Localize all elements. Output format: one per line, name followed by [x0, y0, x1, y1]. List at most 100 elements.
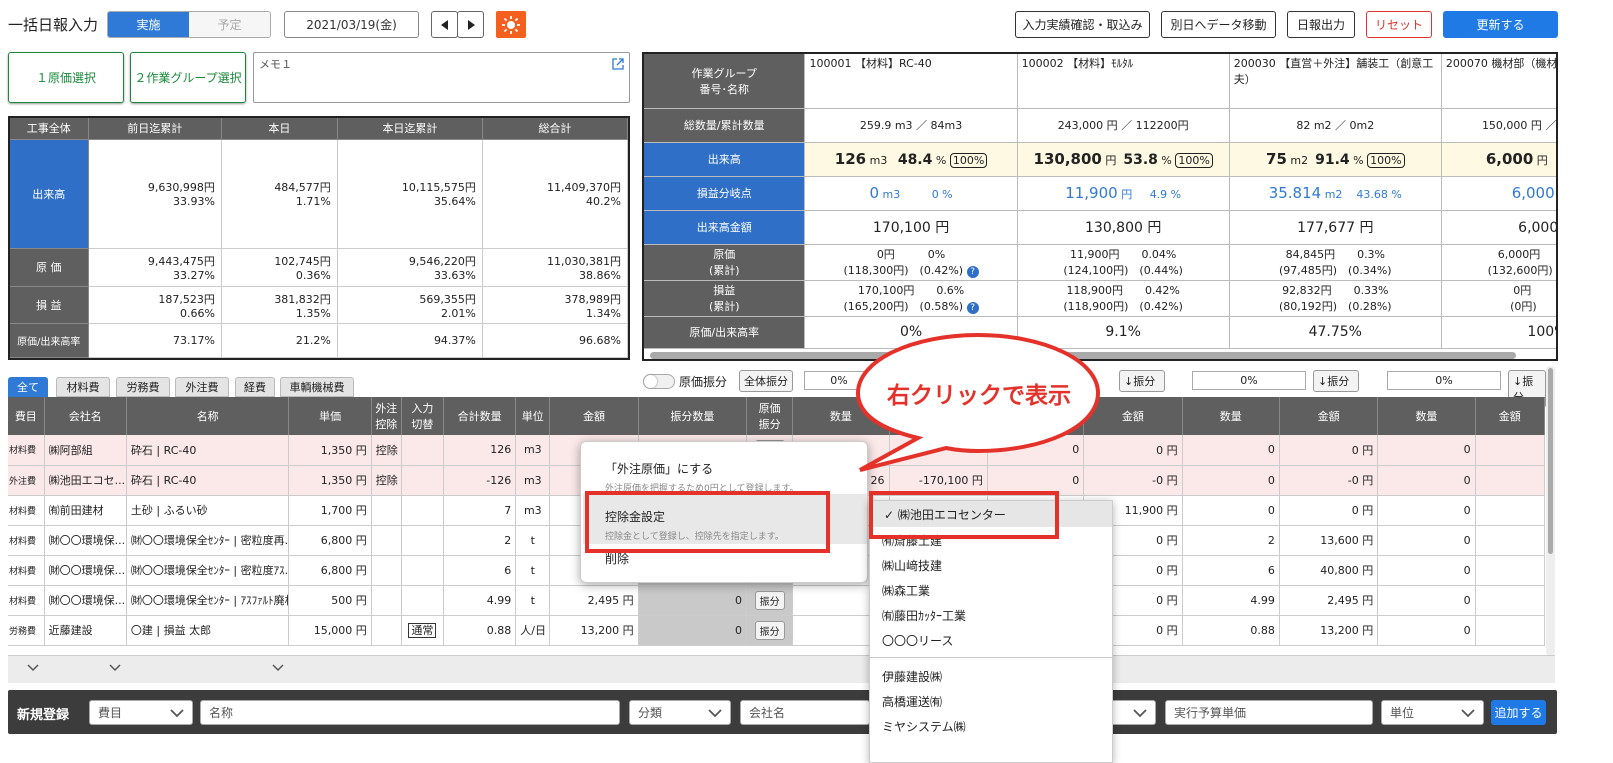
tab-vehicle[interactable]: 車輌機械費	[280, 377, 354, 397]
col-header[interactable]: 名称	[126, 397, 290, 435]
company-input[interactable]: 会社名	[740, 700, 870, 725]
table-cell: 0	[1377, 585, 1476, 616]
split-row-button[interactable]: 振分	[754, 620, 785, 640]
reset-button[interactable]: リセット	[1366, 11, 1432, 38]
mode-actual-button[interactable]: 実施	[108, 12, 189, 37]
chevron-down-icon[interactable]	[272, 663, 284, 673]
group-breakeven: 35.814 m2 43.68 %	[1229, 176, 1442, 211]
summary-header: 工事全体	[10, 118, 89, 140]
help-icon[interactable]: ?	[966, 302, 979, 314]
cell-split-btn[interactable]: 振分	[746, 615, 794, 646]
cell-deduct	[371, 585, 402, 616]
summary-cell: 21.2%	[221, 323, 338, 358]
category-select[interactable]: 費目	[89, 700, 193, 725]
group-select-button[interactable]: ２作業グループ選択	[130, 52, 246, 103]
tab-material[interactable]: 材料費	[56, 377, 110, 397]
table-row[interactable]: 労務費 近藤建設 〇建 | 損益 太郎 15,000 円通常 0.88 人/日 13,200…	[8, 615, 1545, 646]
memo-field[interactable]: メモ１	[253, 52, 630, 103]
cell-switch[interactable]: 通常	[401, 615, 445, 646]
company-option[interactable]: ㈱山﨑技建	[870, 552, 1112, 577]
tab-labor[interactable]: 労務費	[116, 377, 170, 397]
group-name: 200070 機材部（機材部稼働費）	[1441, 54, 1556, 109]
unit-select[interactable]: 単位	[1381, 700, 1484, 725]
cell-switch[interactable]	[401, 465, 445, 496]
chevron-down-icon[interactable]	[27, 663, 39, 673]
cell-split-qty[interactable]: 0	[638, 585, 748, 616]
pct-input[interactable]: 0%	[1192, 371, 1306, 390]
filter-row	[8, 655, 1555, 683]
split-row-button[interactable]: 振分	[754, 590, 785, 610]
budget-price-input[interactable]: 実行予算単価	[1165, 700, 1373, 725]
all-split-button[interactable]: 全体振分	[739, 370, 793, 392]
triangle-right-icon	[467, 19, 475, 30]
cell-type: 労務費	[8, 615, 45, 646]
date-field[interactable]: 2021/03/19(金)	[284, 11, 419, 38]
col-header[interactable]: 費目	[8, 397, 45, 435]
cell-split-qty[interactable]: 0	[638, 615, 748, 646]
split-button[interactable]: ↓振分	[1313, 370, 1359, 392]
company-select-tail[interactable]	[1112, 700, 1156, 725]
cell-switch[interactable]	[401, 555, 445, 586]
cost-select-button[interactable]: １原価選択	[8, 52, 124, 103]
expand-icon[interactable]	[611, 57, 625, 71]
group-done[interactable]: 130,800 円 53.8 % 100%	[1017, 142, 1230, 177]
company-option[interactable]: ミヤシステム㈱	[870, 713, 1112, 738]
cell-split-btn[interactable]: 振分	[746, 585, 794, 616]
split-button[interactable]: ↓振分	[1119, 370, 1165, 392]
table-cell	[1475, 585, 1545, 616]
next-day-button[interactable]	[457, 11, 484, 38]
move-data-button[interactable]: 別日へデータ移動	[1161, 11, 1276, 38]
company-option[interactable]: 高橋運送㈲	[870, 688, 1112, 713]
cell-switch[interactable]	[401, 525, 445, 556]
group-cost: 84,845円 0.3% (97,485円) (0.34%)	[1229, 244, 1442, 281]
group-amount: 130,800 円	[1017, 210, 1230, 245]
group-done[interactable]: 126 m3 48.4 % 100%	[804, 142, 1018, 177]
cost-split-toggle[interactable]	[643, 374, 675, 389]
company-option[interactable]: ㈱森工業	[870, 577, 1112, 602]
company-option[interactable]: ㈲藤田ｶｯﾀｰ工業	[870, 602, 1112, 627]
class-select[interactable]: 分類	[629, 700, 731, 725]
cell-switch[interactable]	[401, 585, 445, 616]
print-report-button[interactable]: 日報出力	[1287, 11, 1355, 38]
group-amount: 177,677 円	[1229, 210, 1442, 245]
col-header[interactable]: 会社名	[44, 397, 127, 435]
tab-outsource[interactable]: 外注費	[175, 377, 229, 397]
update-button[interactable]: 更新する	[1443, 11, 1558, 38]
tab-all[interactable]: 全て	[8, 377, 48, 397]
group-profit: 170,100円 0.6% (165,200円) (0.58%) ?	[804, 280, 1018, 317]
table-row[interactable]: 材料費 ㈶〇〇環境保... ㈶〇〇環境保全ｾﾝﾀｰ | ｱｽﾌｧﾙﾄ廃材 500 円 4…	[8, 585, 1545, 616]
menu-item-outsource-cost[interactable]: 「外注原価」にする 外注原価を把握するため0円として登録します。	[605, 460, 799, 491]
pct-input[interactable]: 0%	[1387, 371, 1501, 390]
group-done[interactable]: 75 m2 91.4 % 100%	[1229, 142, 1442, 177]
summary-table: 工事全体 前日迄累計 本日 本日迄累計 総合計 出来高 9,630,998円 33…	[8, 116, 630, 360]
tab-expense[interactable]: 経費	[235, 377, 275, 397]
confirm-import-button[interactable]: 入力実績確認・取込み	[1015, 11, 1150, 38]
cell-company: ㈶〇〇環境保...	[44, 525, 127, 556]
cell-company: ㈱阿部組	[44, 435, 127, 466]
main-scrollbar[interactable]	[1546, 366, 1555, 656]
group-profit: 118,900円 0.42% (118,900円) (0.42%)	[1017, 280, 1230, 317]
mode-toggle[interactable]: 実施 予定	[107, 11, 271, 38]
help-icon[interactable]: ?	[966, 266, 979, 278]
company-option[interactable]: 〇〇〇リース	[870, 627, 1112, 652]
group-done[interactable]: 6,000 円 4 % 10	[1441, 142, 1556, 177]
group-rate: 47.75%	[1229, 316, 1442, 349]
summary-row-label: 原価/出来高率	[10, 323, 89, 358]
prev-day-button[interactable]	[431, 11, 458, 38]
chevron-down-icon[interactable]	[109, 663, 121, 673]
input-switch-select[interactable]: 通常	[408, 623, 437, 638]
name-input[interactable]: 名称	[200, 700, 620, 725]
company-option[interactable]: 伊藤建設㈱	[870, 663, 1112, 688]
table-cell: 6	[1182, 555, 1280, 586]
col-header: 入力 切替	[401, 397, 445, 435]
add-button[interactable]: 追加する	[1491, 700, 1546, 725]
mode-plan-button[interactable]: 予定	[189, 12, 270, 37]
cell-name: 砕石 | RC-40	[126, 435, 290, 466]
col-header: 数量	[1377, 397, 1476, 435]
weather-button[interactable]	[496, 11, 526, 38]
cell-switch[interactable]	[401, 435, 445, 466]
group-breakeven: 6,000 円	[1441, 176, 1556, 211]
cell-switch[interactable]	[401, 495, 445, 526]
summary-cell: 484,577円 1.71%	[221, 139, 338, 249]
summary-header: 本日	[221, 118, 338, 140]
